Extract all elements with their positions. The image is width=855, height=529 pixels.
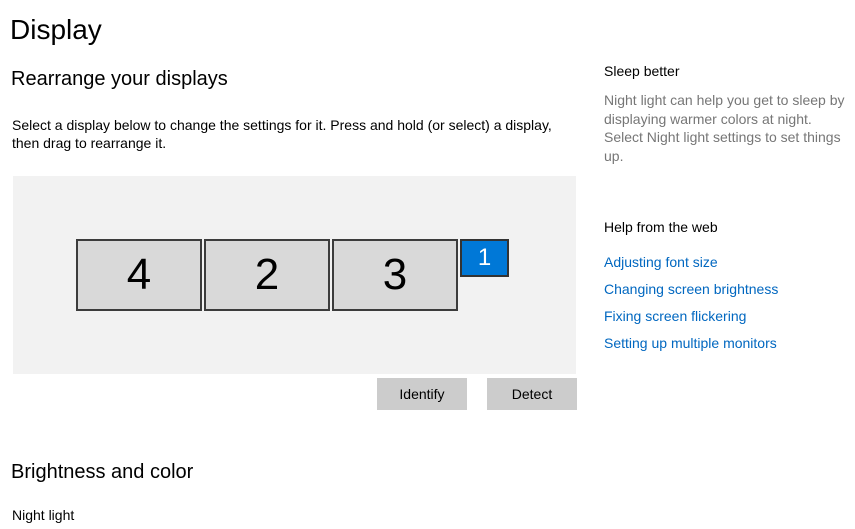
display-2[interactable]: 2 [204, 239, 330, 311]
night-light-label: Night light [12, 507, 75, 523]
identify-button[interactable]: Identify [377, 378, 467, 410]
display-1-selected[interactable]: 1 [460, 239, 509, 277]
detect-button[interactable]: Detect [487, 378, 577, 410]
link-changing-screen-brightness[interactable]: Changing screen brightness [604, 281, 849, 297]
link-fixing-screen-flickering[interactable]: Fixing screen flickering [604, 308, 849, 324]
page-title: Display [10, 14, 102, 45]
display-settings-page: Display Rearrange your displays Select a… [0, 0, 855, 529]
rearrange-description: Select a display below to change the set… [12, 117, 552, 151]
rearrange-displays-heading: Rearrange your displays [11, 68, 228, 90]
brightness-color-heading: Brightness and color [11, 461, 194, 483]
sleep-better-description: Night light can help you get to sleep by… [604, 92, 845, 164]
link-setting-up-multiple-monitors[interactable]: Setting up multiple monitors [604, 335, 849, 351]
display-arrangement-area[interactable]: 4 2 3 1 [13, 176, 576, 374]
display-4[interactable]: 4 [76, 239, 202, 311]
help-from-web-heading: Help from the web [604, 219, 718, 235]
link-adjusting-font-size[interactable]: Adjusting font size [604, 254, 849, 270]
display-3[interactable]: 3 [332, 239, 458, 311]
sleep-better-heading: Sleep better [604, 63, 680, 79]
